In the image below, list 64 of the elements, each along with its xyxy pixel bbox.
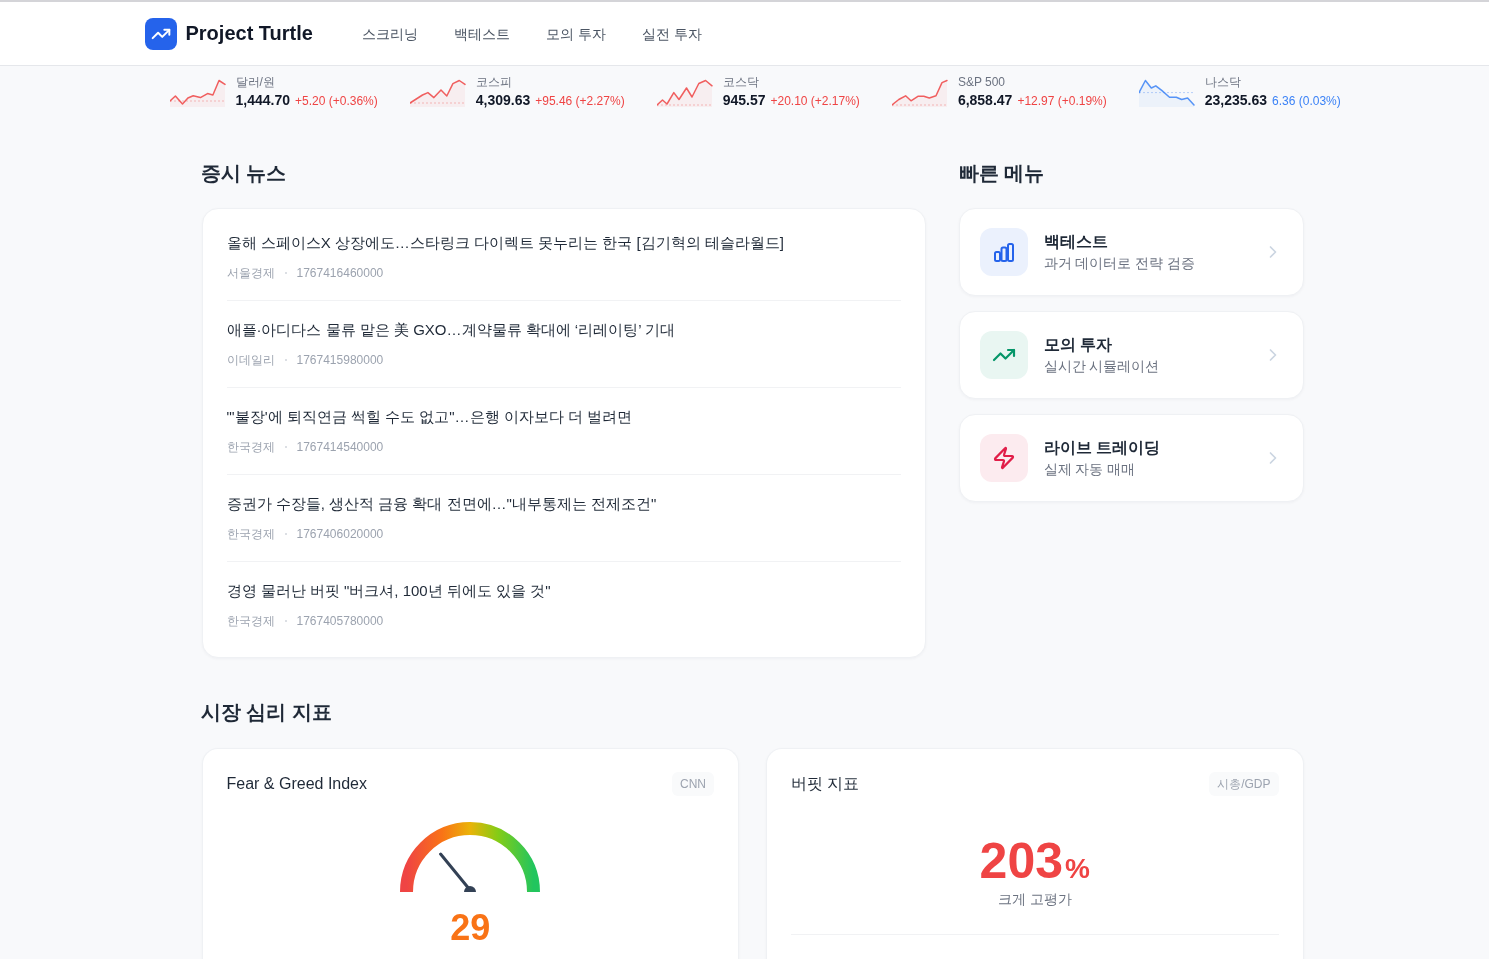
menu-title: 라이브 트레이딩 <box>1043 438 1161 458</box>
lightning-icon <box>979 434 1028 482</box>
news-source: 이데일리 <box>226 352 275 369</box>
ticker-label: 코스피 <box>475 74 513 90</box>
gauge-value: 29 <box>450 908 491 948</box>
valuation-verdict: 크게 고평가 <box>997 890 1072 909</box>
news-timestamp: 1767414540000 <box>296 439 384 456</box>
nav-link[interactable]: 실전 투자 <box>641 23 702 44</box>
ticker-change: +95.46 (+2.27%) <box>535 93 625 110</box>
nav-link[interactable]: 백테스트 <box>453 23 510 44</box>
percent-unit: % <box>1065 853 1090 885</box>
news-timestamp: 1767416460000 <box>296 265 384 282</box>
ticker-change: +12.97 (+0.19%) <box>1017 93 1107 110</box>
source-badge: CNN <box>672 772 714 796</box>
menu-title: 백테스트 <box>1043 232 1109 252</box>
news-timestamp: 1767405780000 <box>296 613 384 630</box>
sparkline <box>169 78 226 107</box>
card-title: Fear & Greed Index <box>226 774 367 794</box>
news-headline[interactable]: 증권가 수장들, 생산적 금융 확대 전면에…"내부통제는 전제조건" <box>226 493 901 515</box>
source-badge: 시총/GDP <box>1209 772 1279 796</box>
ticker-value: 23,235.63 <box>1204 91 1268 110</box>
sparkline <box>656 78 713 107</box>
nav-link[interactable]: 모의 투자 <box>545 23 606 44</box>
sparkline <box>1138 78 1195 107</box>
ticker-label: S&P 500 <box>957 74 1007 90</box>
news-source: 한국경제 <box>226 526 275 543</box>
news-timestamp: 1767406020000 <box>296 526 384 543</box>
menu-description: 과거 데이터로 전략 검증 <box>1043 254 1197 273</box>
ticker-value: 4,309.63 <box>475 91 531 110</box>
app-title[interactable]: Project Turtle <box>185 22 313 45</box>
news-headline[interactable]: "'불장'에 퇴직연금 썩힐 수도 없고"…은행 이자보다 더 벌려면 <box>226 406 901 428</box>
sparkline <box>409 78 466 107</box>
news-headline[interactable]: 올해 스페이스X 상장에도…스타링크 다이렉트 못누리는 한국 [김기혁의 테슬라월드] <box>226 232 901 254</box>
quick-menu-card[interactable]: 모의 투자 실시간 시뮬레이션 <box>958 311 1304 399</box>
news-timestamp: 1767415980000 <box>296 352 384 369</box>
menu-description: 실시간 시뮬레이션 <box>1043 357 1161 376</box>
news-headline[interactable]: 경영 물러난 버핏 "버크셔, 100년 뒤에도 있을 것" <box>226 580 901 602</box>
ticker-change: 6.36 (0.03%) <box>1272 93 1341 110</box>
ticker-value: 945.57 <box>722 91 766 110</box>
ticker-value: 1,444.70 <box>235 91 290 110</box>
ticker-value: 6,858.47 <box>957 91 1013 110</box>
news-headline[interactable]: 애플·아디다스 물류 맡은 美 GXO…계약물류 확대에 ‘리레이팅’ 기대 <box>226 319 901 341</box>
ticker-change: +20.10 (+2.17%) <box>770 93 860 110</box>
card-title: 버핏 지표 <box>791 774 860 794</box>
logo-icon[interactable] <box>144 17 177 50</box>
quick-menu-card[interactable]: 백테스트 과거 데이터로 전략 검증 <box>958 208 1304 296</box>
bar-chart-icon <box>979 228 1028 276</box>
news-source: 한국경제 <box>226 439 275 456</box>
ticker-label: 나스닥 <box>1204 74 1242 90</box>
trend-up-icon <box>979 331 1028 379</box>
news-source: 한국경제 <box>226 613 275 630</box>
buffett-value: 203 <box>979 833 1063 889</box>
sparkline <box>891 78 948 107</box>
quick-menu-card[interactable]: 라이브 트레이딩 실제 자동 매매 <box>958 414 1304 502</box>
nav-link[interactable]: 스크리닝 <box>361 23 418 44</box>
section-title: 시장 심리 지표 <box>200 700 333 725</box>
section-title: 빠른 메뉴 <box>958 161 1046 186</box>
section-title: 증시 뉴스 <box>200 161 288 186</box>
menu-title: 모의 투자 <box>1043 335 1113 355</box>
news-source: 서울경제 <box>226 265 275 282</box>
ticker-change: +5.20 (+0.36%) <box>295 93 378 110</box>
ticker-label: 달러/원 <box>235 74 276 90</box>
menu-description: 실제 자동 매매 <box>1043 460 1137 479</box>
ticker-label: 코스닥 <box>722 74 760 90</box>
